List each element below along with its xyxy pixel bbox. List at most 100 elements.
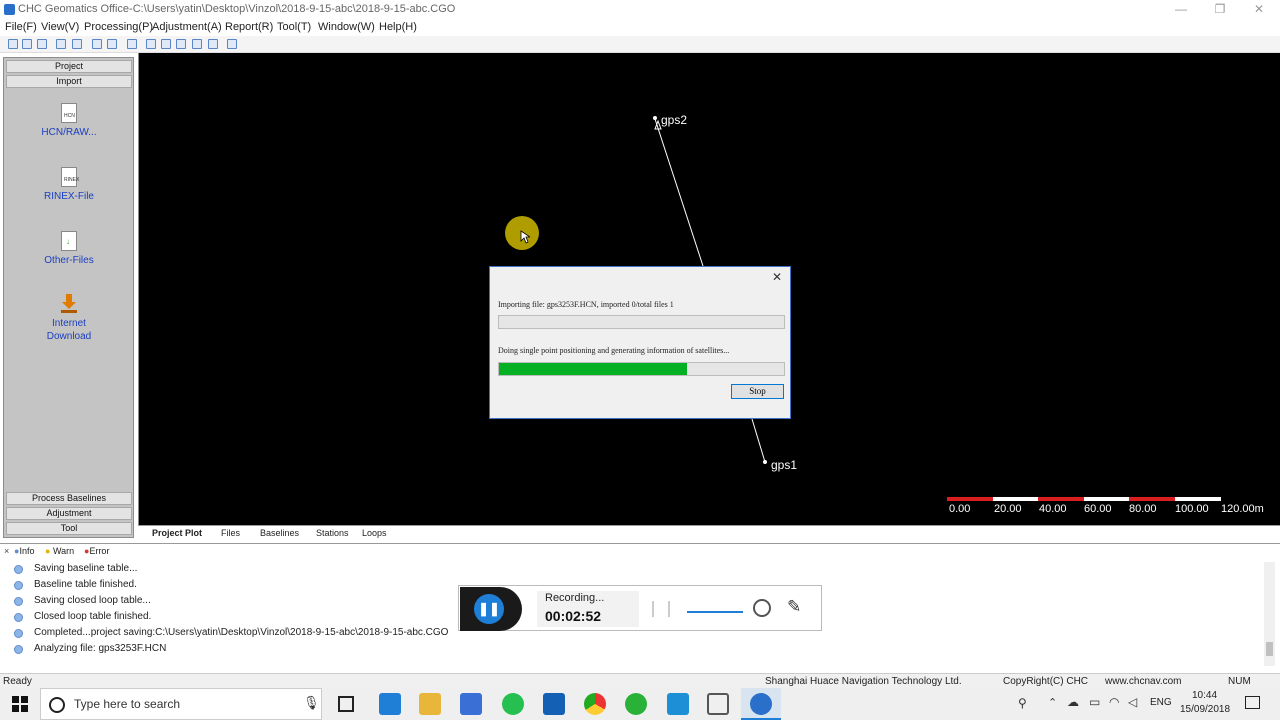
menu-view[interactable]: View(V) [41, 21, 79, 33]
magnifier-tool-icon[interactable] [707, 693, 729, 715]
maximize-button[interactable]: ❐ [1200, 0, 1240, 20]
log-tab-warn[interactable]: ● Warn [45, 546, 74, 556]
tab-stations[interactable]: Stations [316, 528, 349, 538]
show-hidden-icons[interactable]: ⌃ [1048, 696, 1057, 709]
windows-taskbar: Type here to search 🎙 ⚲ ⌃ ☁ ▭ ◠ ◁ ENG 10… [0, 688, 1280, 720]
save-icon[interactable] [37, 39, 47, 49]
scale-label: 60.00 [1084, 503, 1112, 515]
import-icon[interactable] [56, 39, 66, 49]
menu-processing[interactable]: Processing(P) [84, 21, 153, 33]
scrollbar-thumb[interactable] [1266, 642, 1273, 656]
clock-date[interactable]: 15/09/2018 [1180, 704, 1230, 715]
tab-files[interactable]: Files [221, 528, 240, 538]
recording-status: Recording... [545, 592, 605, 604]
import-progress-dialog: ✕ Importing file: gps3253F.HCN, imported… [489, 266, 791, 419]
zoom-out-icon[interactable] [192, 39, 202, 49]
task-view-icon[interactable] [338, 696, 354, 712]
wifi-icon[interactable]: ◠ [1109, 695, 1119, 709]
pause-button[interactable]: ❚❚ [474, 594, 504, 624]
north-arrow-icon[interactable] [208, 39, 218, 49]
export-icon[interactable] [72, 39, 82, 49]
tab-loops[interactable]: Loops [362, 528, 387, 538]
webcam-icon[interactable] [753, 599, 771, 617]
scale-label: 120.00m [1221, 503, 1264, 515]
select-icon[interactable] [146, 39, 156, 49]
volume-slider[interactable] [687, 611, 743, 613]
chc-geomatics-taskbar-button[interactable] [741, 688, 781, 720]
menu-window[interactable]: Window(W) [318, 21, 375, 33]
baseline-line [654, 118, 704, 267]
wechat-icon[interactable] [625, 693, 647, 715]
dialog-close-button[interactable]: ✕ [772, 270, 782, 284]
menu-report[interactable]: Report(R) [225, 21, 273, 33]
pen-icon[interactable]: ✎ [787, 597, 801, 617]
sidebar-item-label: Other-Files [44, 255, 94, 266]
station-point [763, 460, 767, 464]
launcher-icon[interactable] [667, 693, 689, 715]
toolbar [0, 36, 1280, 53]
scale-segment [947, 497, 993, 501]
new-project-icon[interactable] [8, 39, 18, 49]
scale-label: 20.00 [994, 503, 1022, 515]
open-project-icon[interactable] [22, 39, 32, 49]
volume-icon[interactable]: ◁ [1128, 695, 1137, 709]
tab-baselines[interactable]: Baselines [260, 528, 299, 538]
filter-icon[interactable] [107, 39, 117, 49]
outlook-icon[interactable] [543, 693, 565, 715]
station-label-gps1[interactable]: gps1 [771, 458, 797, 472]
log-scrollbar[interactable] [1264, 562, 1275, 666]
sidebar-item-internet-download[interactable]: Internet Download [14, 294, 124, 343]
microphone-icon[interactable]: 🎙 [303, 695, 320, 711]
zoom-in-icon[interactable] [176, 39, 186, 49]
menu-tool[interactable]: Tool(T) [277, 21, 311, 33]
spp-status-text: Doing single point positioning and gener… [498, 346, 730, 355]
onedrive-icon[interactable]: ☁ [1067, 695, 1079, 709]
sidebar-header-process-baselines[interactable]: Process Baselines [6, 492, 132, 505]
sidebar-header-import[interactable]: Import [6, 75, 132, 88]
station-label-gps2[interactable]: gps2 [661, 113, 687, 127]
menu-file[interactable]: File(F) [5, 21, 37, 33]
whatsapp-icon[interactable] [502, 693, 524, 715]
process-icon[interactable] [127, 39, 137, 49]
scale-label: 100.00 [1175, 503, 1209, 515]
grid-icon[interactable] [227, 39, 237, 49]
pan-icon[interactable] [161, 39, 171, 49]
taskbar-search-box[interactable]: Type here to search 🎙 [40, 688, 322, 720]
store-icon[interactable] [460, 693, 482, 715]
window-title: CHC Geomatics Office-C:\Users\yatin\Desk… [18, 3, 456, 15]
tab-project-plot[interactable]: Project Plot [152, 528, 202, 538]
log-tab-info[interactable]: ●Info [14, 546, 34, 556]
menu-adjustment[interactable]: Adjustment(A) [152, 21, 222, 33]
sidebar-item-hcn-raw[interactable]: HCN HCN/RAW... [14, 103, 124, 139]
scale-segment [1129, 497, 1175, 501]
log-tab-error[interactable]: ●Error [84, 546, 109, 556]
scale-label: 0.00 [949, 503, 971, 515]
edge-icon[interactable] [379, 693, 401, 715]
info-icon [14, 581, 23, 590]
clock-time[interactable]: 10:44 [1192, 690, 1217, 701]
windows-start-icon[interactable] [12, 696, 28, 712]
file-explorer-icon[interactable] [419, 693, 441, 715]
sidebar-item-rinex[interactable]: RINEX RINEX-File [14, 167, 124, 203]
draw-icon[interactable] [92, 39, 102, 49]
sidebar-header-tool[interactable]: Tool [6, 522, 132, 535]
close-button[interactable]: ✕ [1239, 0, 1279, 20]
sidebar-header-adjustment[interactable]: Adjustment [6, 507, 132, 520]
battery-icon[interactable]: ▭ [1089, 695, 1100, 709]
scale-label: 40.00 [1039, 503, 1067, 515]
stop-button[interactable]: Stop [731, 384, 784, 399]
scale-segment [1038, 497, 1084, 501]
menu-bar: File(F) View(V) Processing(P) Adjustment… [0, 20, 1280, 36]
log-close-icon[interactable]: × [4, 546, 9, 556]
sidebar-header-project[interactable]: Project [6, 60, 132, 73]
language-indicator[interactable]: ENG [1150, 697, 1172, 708]
notifications-icon[interactable] [1245, 696, 1260, 709]
info-icon [14, 565, 23, 574]
people-icon[interactable]: ⚲ [1018, 696, 1027, 710]
menu-help[interactable]: Help(H) [379, 21, 417, 33]
chrome-icon[interactable] [584, 693, 606, 715]
sidebar-item-other-files[interactable]: ↓ Other-Files [14, 231, 124, 267]
info-icon [14, 613, 23, 622]
scale-segment [993, 497, 1038, 501]
minimize-button[interactable]: — [1161, 0, 1201, 20]
